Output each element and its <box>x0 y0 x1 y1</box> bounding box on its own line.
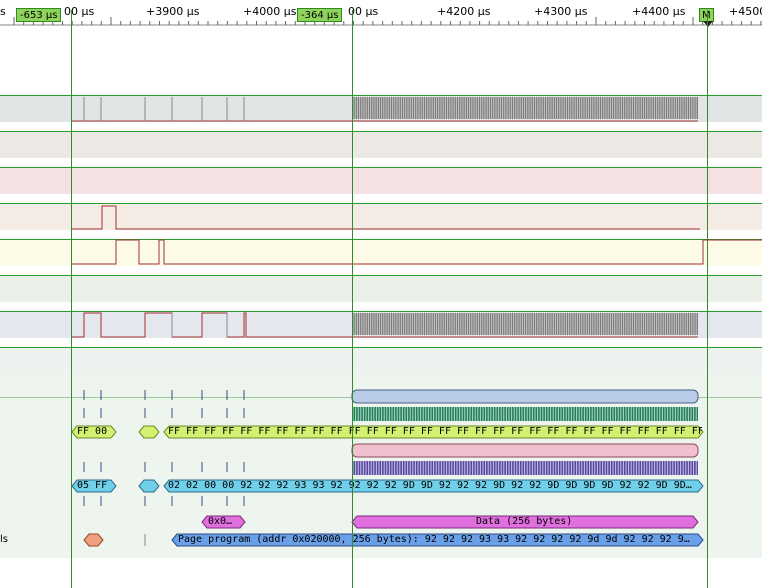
time-ruler[interactable]: s 00 µs +3900 µs +4000 µs 00 µs +4200 µs… <box>0 0 762 27</box>
decoded-bytes-mosi[interactable]: FF FF FF FF FF FF FF FF FF FF FF FF FF F… <box>168 425 702 439</box>
cursor-line-right[interactable] <box>707 10 708 588</box>
cursor-line-left[interactable] <box>71 10 72 588</box>
decoded-address[interactable]: 0x0… <box>208 515 232 529</box>
cursor-marker-left[interactable]: -653 µs <box>16 8 62 22</box>
decoded-page-program[interactable]: Page program (addr 0x020000, 256 bytes):… <box>178 533 698 547</box>
decoded-bytes-miso[interactable]: 02 02 00 00 92 92 92 93 93 92 92 92 92 9… <box>168 479 702 493</box>
decoded-byte-miso[interactable]: 05 FF <box>77 479 107 493</box>
ruler-ticks <box>0 17 762 26</box>
waveform-traces <box>71 97 762 547</box>
row-label-cut: ls <box>0 534 8 545</box>
decoded-byte-mosi[interactable]: FF 00 <box>77 425 107 439</box>
signal-lanes: FF 00 FF FF FF FF FF FF FF FF FF FF FF F… <box>0 26 762 588</box>
cursor-line-middle[interactable] <box>352 10 353 588</box>
cursor-marker-middle[interactable]: -364 µs <box>297 8 343 22</box>
decoded-data-block[interactable]: Data (256 bytes) <box>476 515 572 529</box>
